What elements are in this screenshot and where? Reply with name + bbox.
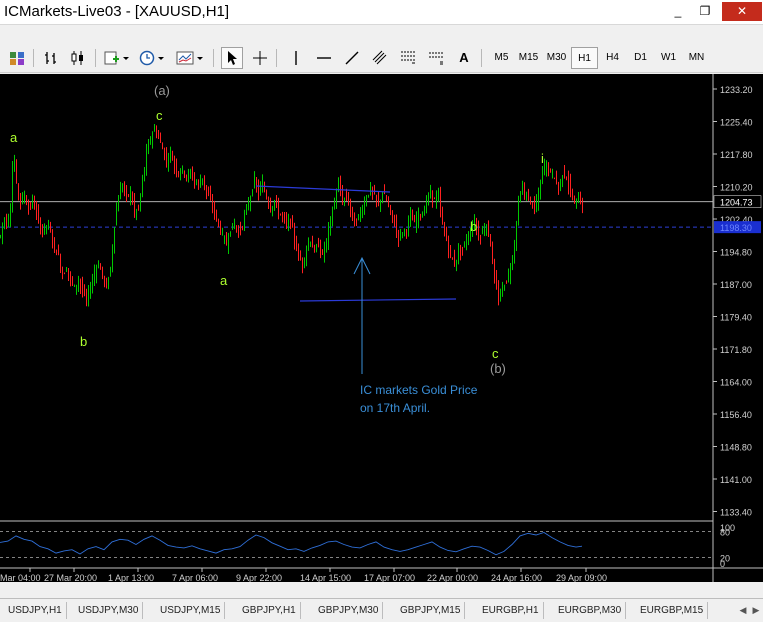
bar-chart-type-icon[interactable]: [40, 47, 62, 69]
date-axis-label: 9 Apr 22:00: [236, 573, 282, 582]
vertical-line-icon[interactable]: [285, 47, 307, 69]
chart-tab[interactable]: EURGBP,H1: [478, 602, 544, 619]
indicator-line: [0, 532, 583, 556]
date-axis-label: 1 Apr 13:00: [108, 573, 154, 582]
price-axis-label: 1141.00: [720, 475, 752, 485]
date-axis-label: 17 Apr 07:00: [364, 573, 415, 582]
timeframe-button-mn[interactable]: MN: [683, 47, 710, 69]
price-axis-label: 1217.80: [720, 150, 753, 160]
wave-label-i: i: [541, 151, 544, 166]
close-button[interactable]: ✕: [722, 2, 762, 21]
minimize-button[interactable]: _: [665, 2, 691, 21]
wave-label-a2: a: [220, 273, 228, 288]
date-axis-label: 24 Apr 16:00: [491, 573, 542, 582]
price-axis-label: 1148.80: [720, 443, 752, 453]
timeframe-button-d1[interactable]: D1: [627, 47, 654, 69]
zoom-in-icon[interactable]: [101, 47, 131, 69]
date-axis-label: Mar 04:00: [0, 573, 41, 582]
price-axis-label: 1210.20: [720, 183, 753, 193]
chart-tab[interactable]: GBPJPY,H1: [238, 602, 301, 619]
indicator-axis-label: 80: [720, 528, 730, 538]
timeframe-button-m5[interactable]: M5: [488, 47, 515, 69]
date-axis-label: 27 Mar 20:00: [44, 573, 97, 582]
timeframe-button-m30[interactable]: M30: [543, 47, 570, 69]
periods-clock-icon[interactable]: [137, 47, 167, 69]
candlestick-icon[interactable]: [67, 47, 89, 69]
cursor-icon[interactable]: [221, 47, 243, 69]
price-axis-label: 1187.00: [720, 280, 752, 290]
price-axis-label: 1179.40: [720, 313, 752, 323]
price-axis-label: 1194.80: [720, 248, 752, 258]
chart-canvas[interactable]: 1233.201225.401217.801210.201202.401194.…: [0, 74, 763, 583]
timeframe-button-m15[interactable]: M15: [515, 47, 542, 69]
wave-label-c2: c: [492, 346, 499, 361]
price-axis-label: 1171.80: [720, 345, 752, 355]
templates-icon[interactable]: [174, 47, 206, 69]
crosshair-icon[interactable]: [249, 47, 271, 69]
chart-tab[interactable]: EURGBP,M15: [636, 602, 709, 619]
date-axis-label: 14 Apr 15:00: [300, 573, 351, 582]
channel-lower-line: [299, 298, 457, 302]
toolbar-separator: [33, 49, 34, 67]
date-axis-label: 22 Apr 00:00: [427, 573, 478, 582]
equidistant-channel-icon[interactable]: [369, 47, 391, 69]
chart-toolbar: A M5 M15 M30 H1 H4 D1 W1 MN: [0, 44, 763, 73]
fibonacci-fan-icon[interactable]: [425, 47, 447, 69]
date-axis-label: 7 Apr 06:00: [172, 573, 218, 582]
annotation-text-line-2: on 17th April.: [360, 401, 430, 415]
date-axis-label: 29 Apr 09:00: [556, 573, 607, 582]
chart-tab[interactable]: GBPJPY,M15: [396, 602, 466, 619]
bid-price-label: 1198.30: [720, 223, 752, 233]
timeframe-button-h1[interactable]: H1: [571, 47, 598, 69]
toolbar-separator: [95, 49, 96, 67]
wave-label-b1: b: [80, 334, 87, 349]
toolbar-separator: [481, 49, 482, 67]
title-bar: ICMarkets-Live03 - [XAUUSD,H1] _ ❐ ✕: [0, 0, 763, 25]
tabs-scroll-right-icon[interactable]: ▶: [750, 603, 762, 617]
timeframe-button-h4[interactable]: H4: [599, 47, 626, 69]
chart-tabs-bar: USDJPY,H1 USDJPY,M30 USDJPY,M15 GBPJPY,H1 GB…: [0, 598, 763, 622]
price-axis-label: 1133.40: [720, 508, 752, 518]
text-tool-icon[interactable]: A: [453, 47, 475, 69]
restore-button[interactable]: ❐: [692, 2, 718, 21]
tabs-scroll-left-icon[interactable]: ◀: [737, 603, 749, 617]
wave-label-major-a: (a): [154, 83, 170, 98]
channel-upper-line: [255, 185, 391, 193]
chart-tab[interactable]: USDJPY,M15: [156, 602, 226, 619]
toolbar-separator: [276, 49, 277, 67]
price-axis-label: 1225.40: [720, 118, 753, 128]
annotation-text-line-1: IC markets Gold Price: [360, 383, 478, 397]
toolbar-separator: [213, 49, 214, 67]
bar-chart-icon[interactable]: [6, 47, 28, 69]
wave-label-a1: a: [10, 130, 18, 145]
wave-label-c1: c: [156, 108, 163, 123]
current-price-label: 1204.73: [720, 198, 753, 208]
chart-tab[interactable]: GBPJPY,M30: [314, 602, 384, 619]
price-chart[interactable]: 1233.20 1225.40 1217.80 1210.20 1202.40 1194.…: [0, 74, 763, 583]
chart-tab[interactable]: EURGBP,M30: [554, 602, 627, 619]
price-axis-label: 1233.20: [720, 85, 753, 95]
timeframe-button-w1[interactable]: W1: [655, 47, 682, 69]
fibonacci-retracement-icon[interactable]: [397, 47, 419, 69]
chart-tab[interactable]: USDJPY,M30: [74, 602, 144, 619]
chart-tab[interactable]: USDJPY,H1: [4, 602, 67, 619]
wave-label-major-b: (b): [490, 361, 506, 376]
window-title: ICMarkets-Live03 - [XAUUSD,H1]: [4, 3, 230, 20]
horizontal-line-icon[interactable]: [313, 47, 335, 69]
trendline-icon[interactable]: [341, 47, 363, 69]
wave-label-b2: b: [470, 219, 477, 234]
price-axis-label: 1164.00: [720, 378, 752, 388]
indicator-axis-label: 0: [720, 559, 725, 569]
price-axis-label: 1156.40: [720, 410, 752, 420]
